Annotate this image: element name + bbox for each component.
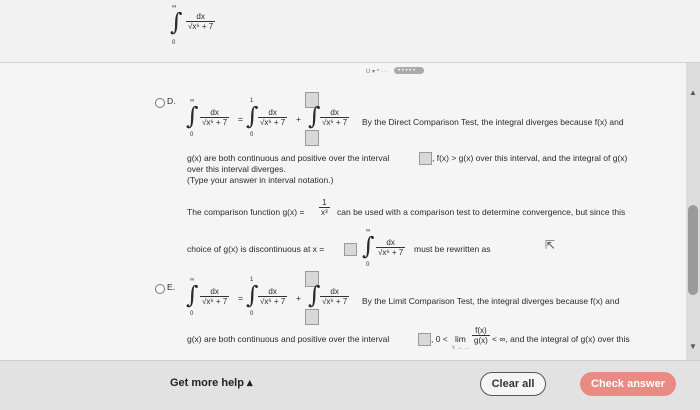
top-integrand-den: √x⁶ + 7: [186, 21, 216, 31]
d-interval-input[interactable]: [419, 152, 432, 165]
e-lim-num: f(x): [475, 326, 487, 335]
e-lim: lim: [455, 334, 466, 344]
e-lim-fraction: f(x) g(x): [472, 326, 490, 345]
scroll-up-arrow[interactable]: ▲: [689, 88, 697, 97]
d-int3-lower-input[interactable]: [305, 130, 319, 146]
scrollbar-thumb[interactable]: [688, 205, 698, 295]
d-integrand-4: dx √x⁶ + 7: [376, 238, 406, 257]
e-line-2a: g(x) are both continuous and positive ov…: [187, 334, 390, 344]
d-comp-num: 1: [322, 198, 327, 207]
d-choice-b: must be rewritten as: [414, 244, 491, 254]
e-plus: +: [296, 293, 301, 303]
d-den-1: √x⁶ + 7: [200, 117, 230, 127]
e-num-3: dx: [330, 287, 339, 296]
d-comp-fraction: 1 x³: [319, 198, 330, 217]
d-line-3: over this interval diverges.: [187, 164, 286, 174]
clear-all-button[interactable]: Clear all: [480, 372, 546, 396]
e-sentence-1: By the Limit Comparison Test, the integr…: [362, 296, 620, 306]
e-int2-lower: 0: [250, 311, 254, 317]
d-integral-sign-1: ∫: [186, 102, 199, 130]
option-d-label: D.: [167, 96, 176, 106]
d-plus: +: [296, 114, 301, 124]
option-e-radio[interactable]: [155, 284, 165, 294]
d-num-4: dx: [386, 238, 395, 247]
top-integrand-num: dx: [196, 12, 205, 21]
d-discontinuity-input[interactable]: [344, 243, 357, 256]
d-den-2: √x⁶ + 7: [258, 117, 288, 127]
e-lim-den: g(x): [472, 335, 490, 345]
previous-item-area: [0, 0, 700, 62]
e-den-2: √x⁶ + 7: [258, 296, 288, 306]
option-d-radio[interactable]: [155, 98, 165, 108]
e-int3-lower-input[interactable]: [305, 309, 319, 325]
d-integral-sign-4: ∫: [362, 232, 375, 260]
d-num-1: dx: [210, 108, 219, 117]
scroll-down-arrow[interactable]: ▼: [689, 342, 697, 351]
d-integral-sign-3: ∫: [308, 102, 321, 130]
d-comp-b: can be used with a comparison test to de…: [337, 207, 626, 217]
d-num-2: dx: [268, 108, 277, 117]
d-int1-lower: 0: [190, 132, 194, 138]
d-int4-lower: 0: [366, 262, 370, 268]
e-integral-sign-3: ∫: [308, 281, 321, 309]
e-num-1: dx: [210, 287, 219, 296]
e-integral-sign-1: ∫: [186, 281, 199, 309]
e-int1-lower: 0: [190, 311, 194, 317]
option-e-label: E.: [167, 282, 176, 292]
e-integrand-3: dx √x⁶ + 7: [320, 287, 350, 306]
e-den-3: √x⁶ + 7: [320, 296, 350, 306]
top-integral-sign: ∫: [170, 8, 183, 36]
d-int2-lower: 0: [250, 132, 254, 138]
mouse-cursor-icon: ⇱: [545, 238, 556, 252]
d-equals: =: [238, 114, 243, 124]
d-integrand-3: dx √x⁶ + 7: [320, 108, 350, 127]
e-integrand-1: dx √x⁶ + 7: [200, 287, 230, 306]
check-answer-button[interactable]: Check answer: [580, 372, 676, 396]
d-line-4: (Type your answer in interval notation.): [187, 175, 334, 185]
d-sentence-1: By the Direct Comparison Test, the integ…: [362, 117, 624, 127]
top-integral-lower: 0: [172, 40, 176, 46]
e-line-2c: < ∞, and the integral of g(x) over this: [492, 334, 630, 344]
get-more-help-button[interactable]: Get more help ▴: [170, 376, 253, 389]
e-integral-sign-2: ∫: [246, 281, 259, 309]
top-integrand: dx √x⁶ + 7: [186, 12, 216, 31]
d-num-3: dx: [330, 108, 339, 117]
d-comp-den: x³: [319, 207, 330, 217]
d-line-2b: , f(x) > g(x) over this interval, and th…: [432, 153, 628, 163]
toolbar-dots: • • • • •: [398, 68, 416, 74]
d-den-4: √x⁶ + 7: [376, 247, 406, 257]
d-integrand-2: dx √x⁶ + 7: [258, 108, 288, 127]
d-integral-sign-2: ∫: [246, 102, 259, 130]
d-den-3: √x⁶ + 7: [320, 117, 350, 127]
d-line-2a: g(x) are both continuous and positive ov…: [187, 153, 390, 163]
toolbar-marks: U ▾ ^ · ·: [366, 69, 387, 75]
e-line-2b: , 0 <: [431, 334, 448, 344]
e-integrand-2: dx √x⁶ + 7: [258, 287, 288, 306]
d-comp-a: The comparison function g(x) =: [187, 207, 305, 217]
e-num-2: dx: [268, 287, 277, 296]
e-equals: =: [238, 293, 243, 303]
e-lim-subscript: x → ...: [452, 345, 470, 351]
d-choice-a: choice of g(x) is discontinuous at x =: [187, 244, 325, 254]
e-den-1: √x⁶ + 7: [200, 296, 230, 306]
e-interval-input[interactable]: [418, 333, 431, 346]
d-integrand-1: dx √x⁶ + 7: [200, 108, 230, 127]
